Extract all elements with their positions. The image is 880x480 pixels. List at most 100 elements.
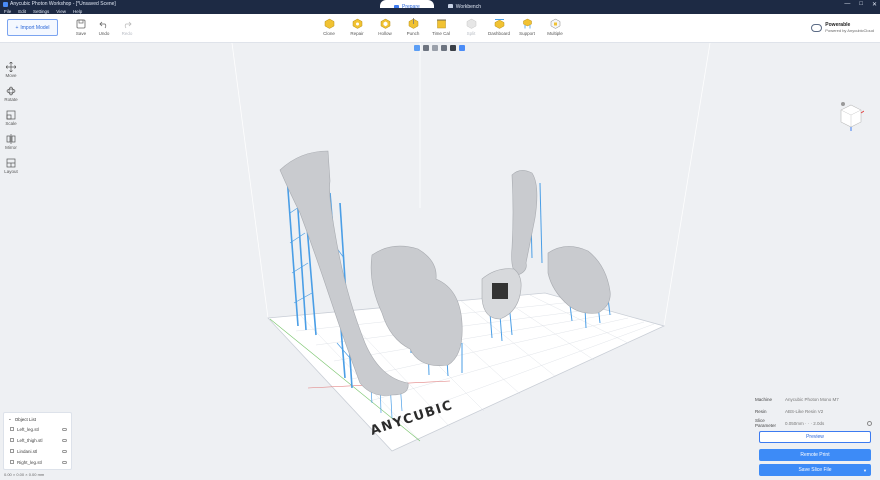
multiple-label: Multiple bbox=[547, 31, 563, 36]
eye-icon[interactable] bbox=[62, 428, 67, 431]
move-label: Move bbox=[5, 73, 17, 78]
support-button[interactable]: Support bbox=[513, 18, 541, 42]
view-mode-3-icon[interactable] bbox=[432, 45, 438, 51]
clone-icon bbox=[324, 18, 335, 29]
left-toolbar: Move Rotate Scale Mirror Layout bbox=[0, 62, 22, 174]
time-cal-label: Time Cal bbox=[432, 31, 450, 36]
chevron-down-icon: ⌄ bbox=[8, 416, 12, 421]
punch-icon bbox=[408, 18, 419, 29]
window-title: Anycubic Photon Workshop - [*Unsaved Sce… bbox=[10, 1, 116, 7]
close-button[interactable]: ✕ bbox=[872, 1, 877, 8]
scale-label: Scale bbox=[5, 121, 17, 126]
multiple-icon bbox=[550, 18, 561, 29]
redo-button[interactable]: Redo bbox=[113, 18, 141, 42]
view-mode-4-icon[interactable] bbox=[441, 45, 447, 51]
eye-icon[interactable] bbox=[62, 450, 67, 453]
save-slice-file-button[interactable]: Save Slice File ▼ bbox=[759, 464, 871, 476]
resin-label: Resin bbox=[755, 408, 767, 414]
mirror-label: Mirror bbox=[5, 145, 17, 150]
build-plate bbox=[267, 292, 666, 452]
layout-icon bbox=[6, 158, 16, 168]
undo-icon bbox=[99, 18, 110, 29]
checkbox[interactable] bbox=[10, 460, 14, 464]
layout-button[interactable]: Layout bbox=[4, 158, 18, 174]
repair-icon bbox=[352, 18, 363, 29]
checkbox[interactable] bbox=[10, 438, 14, 442]
hollow-label: Hollow bbox=[378, 31, 392, 36]
save-icon bbox=[76, 18, 87, 29]
plus-icon: + bbox=[15, 24, 19, 31]
save-slice-file-label: Save Slice File bbox=[798, 467, 832, 473]
mirror-button[interactable]: Mirror bbox=[5, 134, 17, 150]
hollow-button[interactable]: Hollow bbox=[371, 18, 399, 42]
chevron-down-icon[interactable]: ▼ bbox=[863, 468, 867, 473]
support-icon bbox=[522, 18, 533, 29]
clone-label: Clone bbox=[323, 31, 335, 36]
dashboard-label: Dashboard bbox=[487, 31, 510, 36]
support-label: Support bbox=[519, 31, 535, 36]
machine-value: Anycubic Photon Mono M7 bbox=[785, 396, 839, 402]
slice-parameter-row[interactable]: Slice Parameter 0.050mm · · · 2.0ds bbox=[755, 417, 875, 429]
main-toolbar: + Import Model Save Undo Redo Clone Repa… bbox=[0, 14, 880, 43]
scene-canvas: ANYCUBIC bbox=[231, 43, 711, 452]
machine-row[interactable]: Machine Anycubic Photon Mono M7 bbox=[755, 393, 875, 405]
slice-panel: Machine Anycubic Photon Mono M7 Resin AB… bbox=[755, 393, 875, 476]
maximize-button[interactable]: □ bbox=[859, 1, 863, 7]
list-item[interactable]: Lindani.stl bbox=[4, 446, 71, 457]
list-item[interactable]: Left_thigh.stl bbox=[4, 435, 71, 446]
import-model-button[interactable]: + Import Model bbox=[7, 19, 58, 36]
model-hollow-slot bbox=[492, 283, 508, 299]
save-label: Save bbox=[75, 31, 87, 36]
clone-button[interactable]: Clone bbox=[315, 18, 343, 42]
resin-row[interactable]: Resin ABS-Like Resin V2 bbox=[755, 405, 875, 417]
slice-parameter-label: Slice Parameter bbox=[755, 418, 777, 428]
checkbox[interactable] bbox=[10, 427, 14, 431]
eye-icon[interactable] bbox=[62, 461, 67, 464]
repair-button[interactable]: Repair bbox=[343, 18, 371, 42]
machine-label: Machine bbox=[755, 396, 773, 402]
list-item[interactable]: Left_leg.stl bbox=[4, 424, 71, 435]
import-model-label: Import Model bbox=[20, 24, 50, 31]
split-icon bbox=[466, 18, 477, 29]
multiple-button[interactable]: Multiple bbox=[541, 18, 569, 42]
3d-viewport[interactable]: ANYCUBIC bbox=[0, 43, 880, 480]
object-list-header[interactable]: ⌄ Object List bbox=[4, 413, 71, 424]
view-cube[interactable] bbox=[838, 101, 865, 131]
view-mode-1-icon[interactable] bbox=[414, 45, 420, 51]
layout-label: Layout bbox=[4, 169, 18, 174]
powerable-badge[interactable]: Powerable Powered by AnycubicCloud bbox=[811, 22, 874, 33]
rotate-button[interactable]: Rotate bbox=[4, 86, 18, 102]
split-button[interactable]: Split bbox=[457, 18, 485, 42]
resin-value: ABS-Like Resin V2 bbox=[785, 408, 824, 414]
time-cal-button[interactable]: Time Cal bbox=[427, 18, 455, 42]
cloud-icon bbox=[811, 23, 823, 32]
remote-print-button[interactable]: Remote Print bbox=[759, 449, 871, 461]
move-button[interactable]: Move bbox=[5, 62, 17, 78]
object-name: Left_thigh.stl bbox=[17, 438, 43, 443]
gear-icon[interactable] bbox=[867, 420, 872, 426]
undo-label: Undo bbox=[98, 31, 110, 36]
window-controls: — □ ✕ bbox=[844, 0, 877, 8]
preview-button[interactable]: Preview bbox=[759, 431, 871, 443]
checkbox[interactable] bbox=[10, 449, 14, 453]
view-mode-2-icon[interactable] bbox=[423, 45, 429, 51]
object-name: Lindani.stl bbox=[17, 449, 38, 454]
list-item[interactable]: Right_leg.stl bbox=[4, 457, 71, 468]
hollow-icon bbox=[380, 18, 391, 29]
rotate-icon bbox=[6, 86, 16, 96]
dashboard-button[interactable]: Dashboard bbox=[485, 18, 513, 42]
scale-button[interactable]: Scale bbox=[5, 110, 17, 126]
view-mode-5-icon[interactable] bbox=[450, 45, 456, 51]
slice-parameter-value: 0.050mm · · · 2.0ds bbox=[785, 420, 825, 426]
object-list-title: Object List bbox=[14, 416, 37, 422]
time-cal-icon bbox=[436, 18, 447, 29]
scale-icon bbox=[6, 110, 16, 120]
model-dimensions: 0.00 × 0.00 × 0.00 mm bbox=[4, 472, 45, 477]
punch-button[interactable]: Punch bbox=[399, 18, 427, 42]
powerable-subtitle: Powered by AnycubicCloud bbox=[825, 28, 874, 33]
object-list-panel: ⌄ Object List Left_leg.stl Left_thigh.st… bbox=[3, 412, 72, 470]
view-mode-bar bbox=[414, 45, 465, 51]
view-mode-6-icon[interactable] bbox=[459, 45, 465, 51]
minimize-button[interactable]: — bbox=[844, 1, 850, 7]
eye-icon[interactable] bbox=[62, 439, 67, 442]
